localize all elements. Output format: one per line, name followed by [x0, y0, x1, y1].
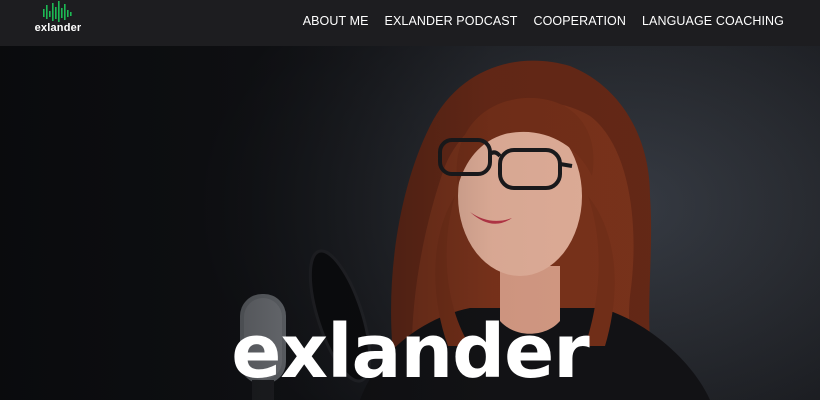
hero-section: exlander: [0, 46, 820, 400]
logo-text: exlander: [34, 22, 82, 34]
nav-cooperation[interactable]: COOPERATION: [533, 14, 626, 28]
soundwave-icon: [43, 1, 72, 22]
nav-about-me[interactable]: ABOUT ME: [303, 14, 369, 28]
nav-exlander-podcast[interactable]: EXLANDER PODCAST: [385, 14, 518, 28]
hero-title: exlander: [231, 309, 590, 395]
main-nav: ABOUT ME EXLANDER PODCAST COOPERATION LA…: [303, 0, 784, 42]
site-logo[interactable]: exlander: [30, 0, 86, 40]
site-header: exlander ABOUT ME EXLANDER PODCAST COOPE…: [0, 0, 820, 46]
page: exlander ABOUT ME EXLANDER PODCAST COOPE…: [0, 0, 820, 400]
nav-language-coaching[interactable]: LANGUAGE COACHING: [642, 14, 784, 28]
